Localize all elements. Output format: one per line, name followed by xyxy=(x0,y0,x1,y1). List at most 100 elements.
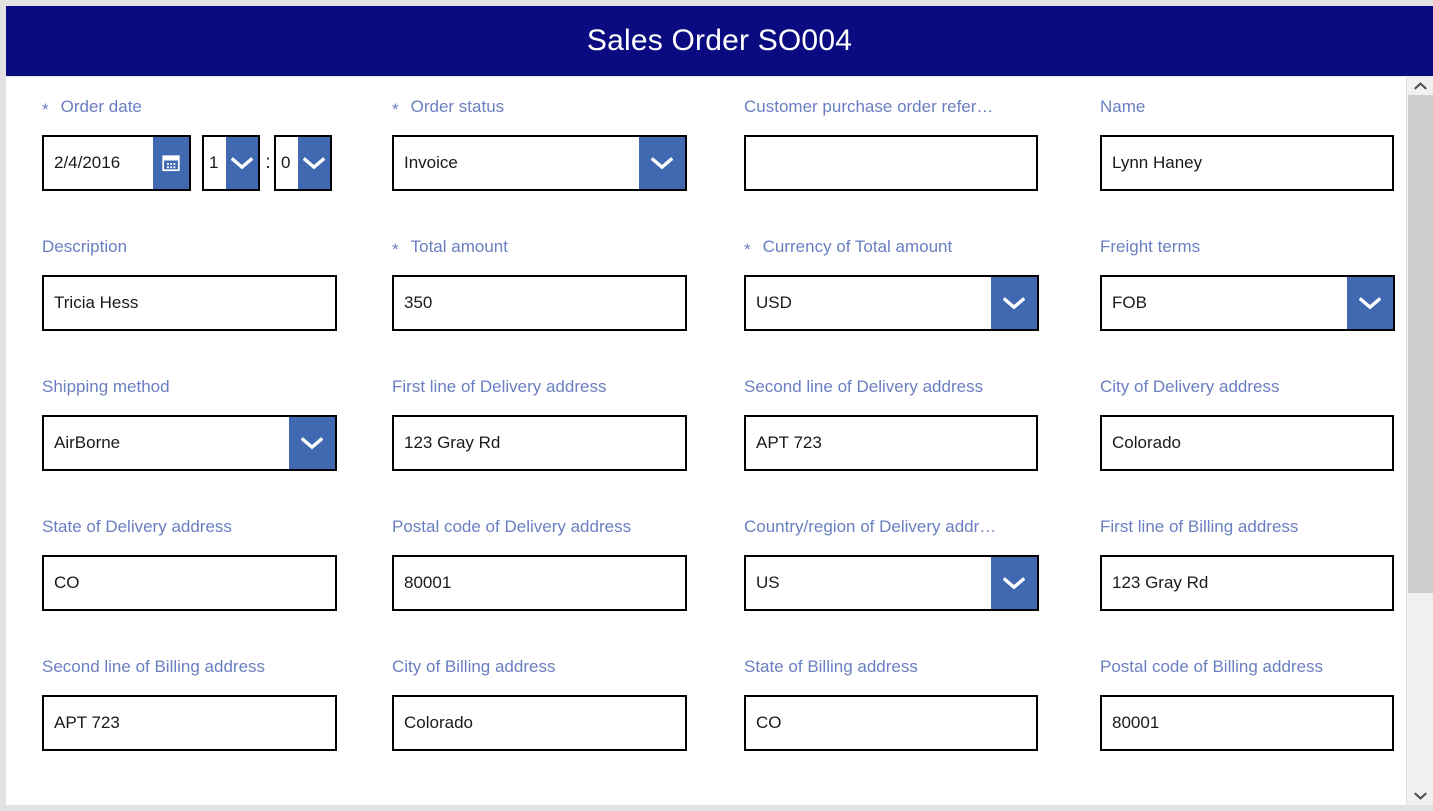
hour-select[interactable]: 1 xyxy=(202,135,260,191)
calendar-icon xyxy=(162,155,180,172)
field-shipping-method: Shipping method AirBorne xyxy=(6,377,360,517)
time-separator: : xyxy=(265,152,271,173)
label-postal-code-of-billing-address: Postal code of Billing address xyxy=(1100,657,1402,695)
selected-value[interactable]: US xyxy=(746,557,991,609)
select-shipping-method[interactable]: AirBorne xyxy=(42,415,337,471)
input-first-line-of-billing-address[interactable]: 123 Gray Rd xyxy=(1100,555,1394,611)
form-field-grid: * Order date 2/4/2016 1:0 * Order status Invoi… xyxy=(6,97,1406,797)
label-text: Name xyxy=(1100,97,1146,116)
field-city-of-billing-address: City of Billing address Colorado xyxy=(360,657,716,797)
label-text: Freight terms xyxy=(1100,237,1201,256)
label-order-status: * Order status xyxy=(392,97,716,135)
dropdown-button[interactable] xyxy=(289,417,335,469)
label-total-amount: * Total amount xyxy=(392,237,716,275)
chevron-down-icon xyxy=(1413,792,1427,800)
dropdown-button[interactable] xyxy=(991,277,1037,329)
dropdown-button[interactable] xyxy=(1347,277,1393,329)
input-second-line-of-delivery-address[interactable]: APT 723 xyxy=(744,415,1038,471)
field-state-of-delivery-address: State of Delivery address CO xyxy=(6,517,360,657)
chevron-down-icon xyxy=(1359,296,1381,309)
chevron-down-icon xyxy=(1003,576,1025,589)
label-text: State of Billing address xyxy=(744,657,918,676)
field-customer-purchase-order-reference: Customer purchase order refer… xyxy=(716,97,1072,237)
field-postal-code-of-delivery-address: Postal code of Delivery address 80001 xyxy=(360,517,716,657)
date-input-order-date[interactable]: 2/4/2016 xyxy=(42,135,191,191)
label-first-line-of-delivery-address: First line of Delivery address xyxy=(392,377,716,415)
field-currency-of-total-amount: * Currency of Total amount USD xyxy=(716,237,1072,377)
label-text: Order status xyxy=(410,97,505,116)
field-state-of-billing-address: State of Billing address CO xyxy=(716,657,1072,797)
label-text: Order date xyxy=(60,97,142,116)
input-first-line-of-delivery-address[interactable]: 123 Gray Rd xyxy=(392,415,687,471)
selected-value[interactable]: Invoice xyxy=(394,137,639,189)
scrollbar-track[interactable] xyxy=(1407,95,1433,787)
field-second-line-of-billing-address: Second line of Billing address APT 723 xyxy=(6,657,360,797)
label-text: City of Delivery address xyxy=(1100,377,1280,396)
hour-dropdown-button[interactable] xyxy=(226,137,258,189)
label-description: Description xyxy=(42,237,360,275)
form-body: * Order date 2/4/2016 1:0 * Order status Invoi… xyxy=(6,76,1433,805)
order-date-time-row: 2/4/2016 1:0 xyxy=(42,135,360,191)
label-currency-of-total-amount: * Currency of Total amount xyxy=(744,237,1072,275)
field-country-region-of-delivery-address: Country/region of Delivery addr… US xyxy=(716,517,1072,657)
label-city-of-billing-address: City of Billing address xyxy=(392,657,716,695)
hour-value[interactable]: 1 xyxy=(204,137,226,189)
field-second-line-of-delivery-address: Second line of Delivery address APT 723 xyxy=(716,377,1072,517)
required-marker: * xyxy=(42,100,49,119)
input-description[interactable]: Tricia Hess xyxy=(42,275,337,331)
field-name: Name Lynn Haney xyxy=(1072,97,1402,237)
form-scroll-region: * Order date 2/4/2016 1:0 * Order status Invoi… xyxy=(6,77,1406,805)
label-text: Description xyxy=(42,237,128,256)
label-text: Currency of Total amount xyxy=(762,237,953,256)
input-postal-code-of-delivery-address[interactable]: 80001 xyxy=(392,555,687,611)
minute-value[interactable]: 0 xyxy=(276,137,298,189)
dropdown-button[interactable] xyxy=(639,137,685,189)
label-first-line-of-billing-address: First line of Billing address xyxy=(1100,517,1402,555)
input-city-of-delivery-address[interactable]: Colorado xyxy=(1100,415,1394,471)
calendar-picker-button[interactable] xyxy=(153,137,189,189)
window-title-bar: Sales Order SO004 xyxy=(6,6,1433,76)
label-order-date: * Order date xyxy=(42,97,360,135)
input-state-of-billing-address[interactable]: CO xyxy=(744,695,1038,751)
input-total-amount[interactable]: 350 xyxy=(392,275,687,331)
label-city-of-delivery-address: City of Delivery address xyxy=(1100,377,1402,415)
scrollbar-thumb[interactable] xyxy=(1408,95,1433,594)
selected-value[interactable]: AirBorne xyxy=(44,417,289,469)
input-customer-purchase-order-reference[interactable] xyxy=(744,135,1038,191)
input-postal-code-of-billing-address[interactable]: 80001 xyxy=(1100,695,1394,751)
vertical-scrollbar[interactable] xyxy=(1406,77,1433,805)
label-second-line-of-delivery-address: Second line of Delivery address xyxy=(744,377,1072,415)
select-currency-of-total-amount[interactable]: USD xyxy=(744,275,1039,331)
label-text: Second line of Delivery address xyxy=(744,377,984,396)
minute-dropdown-button[interactable] xyxy=(298,137,330,189)
chevron-up-icon xyxy=(1413,82,1427,90)
label-text: Second line of Billing address xyxy=(42,657,266,676)
select-country-region-of-delivery-address[interactable]: US xyxy=(744,555,1039,611)
label-shipping-method: Shipping method xyxy=(42,377,360,415)
select-order-status[interactable]: Invoice xyxy=(392,135,687,191)
label-state-of-delivery-address: State of Delivery address xyxy=(42,517,360,555)
field-description: Description Tricia Hess xyxy=(6,237,360,377)
label-text: Shipping method xyxy=(42,377,170,396)
input-name[interactable]: Lynn Haney xyxy=(1100,135,1394,191)
minute-select[interactable]: 0 xyxy=(274,135,332,191)
scroll-down-button[interactable] xyxy=(1407,787,1433,805)
label-name: Name xyxy=(1100,97,1402,135)
scroll-up-button[interactable] xyxy=(1407,77,1433,95)
label-state-of-billing-address: State of Billing address xyxy=(744,657,1072,695)
dropdown-button[interactable] xyxy=(991,557,1037,609)
field-first-line-of-delivery-address: First line of Delivery address 123 Gray R… xyxy=(360,377,716,517)
sales-order-window: Sales Order SO004 * Order date 2/4/2016 1:0… xyxy=(0,0,1433,811)
field-total-amount: * Total amount 350 xyxy=(360,237,716,377)
select-freight-terms[interactable]: FOB xyxy=(1100,275,1395,331)
field-order-status: * Order status Invoice xyxy=(360,97,716,237)
selected-value[interactable]: FOB xyxy=(1102,277,1347,329)
date-value[interactable]: 2/4/2016 xyxy=(44,137,153,189)
chevron-down-icon xyxy=(231,156,253,169)
input-city-of-billing-address[interactable]: Colorado xyxy=(392,695,687,751)
label-text: City of Billing address xyxy=(392,657,556,676)
selected-value[interactable]: USD xyxy=(746,277,991,329)
input-state-of-delivery-address[interactable]: CO xyxy=(42,555,337,611)
chevron-down-icon xyxy=(301,436,323,449)
input-second-line-of-billing-address[interactable]: APT 723 xyxy=(42,695,337,751)
